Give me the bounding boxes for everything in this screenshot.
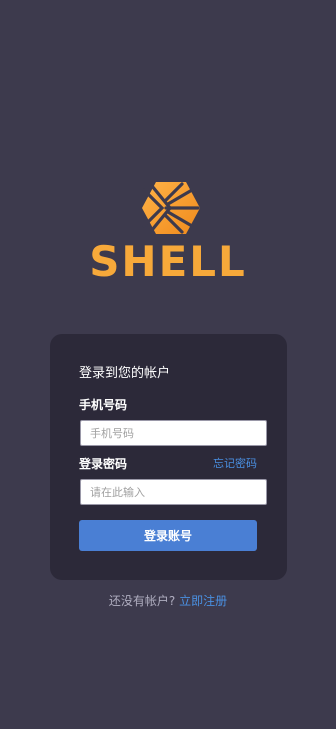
- password-input[interactable]: [80, 479, 267, 505]
- register-link[interactable]: 立即注册: [179, 594, 227, 608]
- forgot-password-link[interactable]: 忘记密码: [213, 456, 257, 472]
- login-card-title: 登录到您的帐户: [79, 366, 171, 381]
- register-prompt-text: 还没有帐户?: [108, 594, 176, 608]
- password-label: 登录密码: [79, 457, 128, 471]
- brand-logo-text: SHELL: [89, 237, 247, 286]
- shell-logo-icon: [142, 182, 200, 234]
- register-prompt-line: 还没有帐户? 立即注册: [0, 593, 336, 609]
- phone-label: 手机号码: [79, 398, 128, 412]
- brand-logo: SHELL: [0, 180, 336, 286]
- login-button[interactable]: 登录账号: [79, 520, 257, 551]
- phone-input[interactable]: [80, 420, 267, 446]
- login-card: 登录到您的帐户 手机号码 登录密码 忘记密码 登录账号: [50, 334, 287, 580]
